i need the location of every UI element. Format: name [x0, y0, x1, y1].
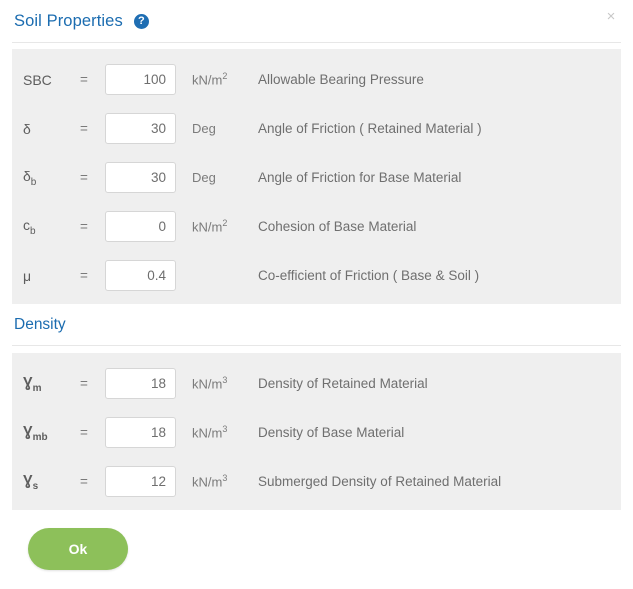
- dialog-header: Soil Properties ? ×: [0, 0, 633, 42]
- property-symbol: μ: [12, 268, 80, 284]
- value-input[interactable]: [105, 260, 176, 291]
- equals-sign: =: [80, 170, 88, 185]
- unit-label: kN/m3: [176, 473, 257, 489]
- ok-button[interactable]: Ok: [28, 528, 128, 570]
- equals-sign: =: [80, 121, 88, 136]
- unit-label: kN/m2: [176, 218, 257, 234]
- close-icon[interactable]: ×: [603, 9, 619, 25]
- property-symbol: Ɣmb: [12, 423, 80, 443]
- value-input[interactable]: [105, 466, 176, 497]
- property-symbol-base: Ɣ: [23, 422, 33, 440]
- unit-label: Deg: [176, 121, 257, 136]
- unit-exponent: 2: [222, 218, 228, 229]
- property-description: Density of Retained Material: [258, 376, 428, 391]
- property-row: μ = Co-efficient of Friction ( Base & Soil…: [12, 259, 621, 292]
- equals-sign: =: [80, 376, 88, 391]
- property-symbol: δ: [12, 121, 80, 137]
- property-symbol-base: c: [23, 216, 30, 233]
- equals-sign: =: [80, 219, 88, 234]
- value-input[interactable]: [105, 64, 176, 95]
- unit-label: kN/m3: [176, 375, 257, 391]
- property-description: Angle of Friction ( Retained Material ): [258, 121, 482, 136]
- property-symbol-subscript: s: [32, 480, 39, 492]
- help-icon[interactable]: ?: [133, 13, 149, 29]
- value-input[interactable]: [105, 417, 176, 448]
- property-symbol-base: μ: [23, 267, 32, 284]
- dialog-footer: Ok: [0, 510, 633, 570]
- property-symbol: Ɣm: [12, 374, 80, 394]
- property-symbol-base: δ: [23, 167, 31, 184]
- property-symbol-base: Ɣ: [23, 471, 33, 489]
- property-symbol: Ɣs: [12, 472, 80, 492]
- equals-sign: =: [80, 268, 88, 283]
- property-symbol-subscript: mb: [32, 431, 48, 443]
- header-divider: [12, 42, 621, 43]
- unit-base: kN/m: [192, 474, 223, 490]
- property-symbol-subscript: b: [30, 176, 37, 188]
- unit-exponent: 3: [222, 375, 228, 386]
- unit-exponent: 2: [222, 71, 228, 82]
- property-symbol: SBC: [12, 72, 80, 88]
- property-symbol: δb: [12, 168, 80, 188]
- property-symbol: cb: [12, 217, 80, 237]
- density-divider: [12, 345, 621, 346]
- property-symbol-base: δ: [23, 120, 31, 137]
- property-row: δ = Deg Angle of Friction ( Retained Materi…: [12, 112, 621, 145]
- unit-base: kN/m: [192, 72, 223, 88]
- page-title: Soil Properties: [14, 11, 123, 30]
- property-row: Ɣmb=kN/m3Density of Base Material: [12, 416, 621, 449]
- property-description: Density of Base Material: [258, 425, 405, 440]
- value-input[interactable]: [105, 211, 176, 242]
- property-symbol-subscript: m: [32, 382, 42, 394]
- property-row: SBC=kN/m2Allowable Bearing Pressure: [12, 63, 621, 96]
- density-panel: Ɣm=kN/m3Density of Retained MaterialƔmb=…: [12, 353, 621, 510]
- unit-base: kN/m: [192, 219, 223, 235]
- unit-label: kN/m2: [176, 71, 257, 87]
- unit-base: kN/m: [192, 425, 223, 441]
- unit-base: Deg: [192, 121, 216, 136]
- property-row: Ɣs=kN/m3Submerged Density of Retained Ma…: [12, 465, 621, 498]
- property-description: Angle of Friction for Base Material: [258, 170, 462, 185]
- unit-exponent: 3: [222, 424, 228, 435]
- soil-properties-panel: SBC=kN/m2Allowable Bearing Pressureδ=Deg…: [12, 49, 621, 304]
- property-symbol-base: SBC: [23, 71, 52, 88]
- equals-sign: =: [80, 474, 88, 489]
- property-symbol-base: Ɣ: [23, 373, 33, 391]
- property-symbol-subscript: b: [30, 225, 36, 237]
- value-input[interactable]: [105, 368, 176, 399]
- property-row: cb=kN/m2Cohesion of Base Material: [12, 210, 621, 243]
- value-input[interactable]: [105, 113, 176, 144]
- property-description: Cohesion of Base Material: [258, 219, 417, 234]
- equals-sign: =: [80, 425, 88, 440]
- unit-exponent: 3: [222, 473, 228, 484]
- unit-label: Deg: [176, 170, 257, 185]
- unit-base: Deg: [192, 170, 216, 185]
- property-row: δb=DegAngle of Friction for Base Materia…: [12, 161, 621, 194]
- density-section-heading: Density: [14, 316, 66, 333]
- unit-label: kN/m3: [176, 424, 257, 440]
- value-input[interactable]: [105, 162, 176, 193]
- property-description: Allowable Bearing Pressure: [258, 72, 424, 87]
- equals-sign: =: [80, 72, 88, 87]
- unit-base: kN/m: [192, 376, 223, 392]
- property-description: Submerged Density of Retained Material: [258, 474, 502, 489]
- property-description: Co-efficient of Friction ( Base & Soil ): [258, 268, 480, 283]
- property-row: Ɣm=kN/m3Density of Retained Material: [12, 367, 621, 400]
